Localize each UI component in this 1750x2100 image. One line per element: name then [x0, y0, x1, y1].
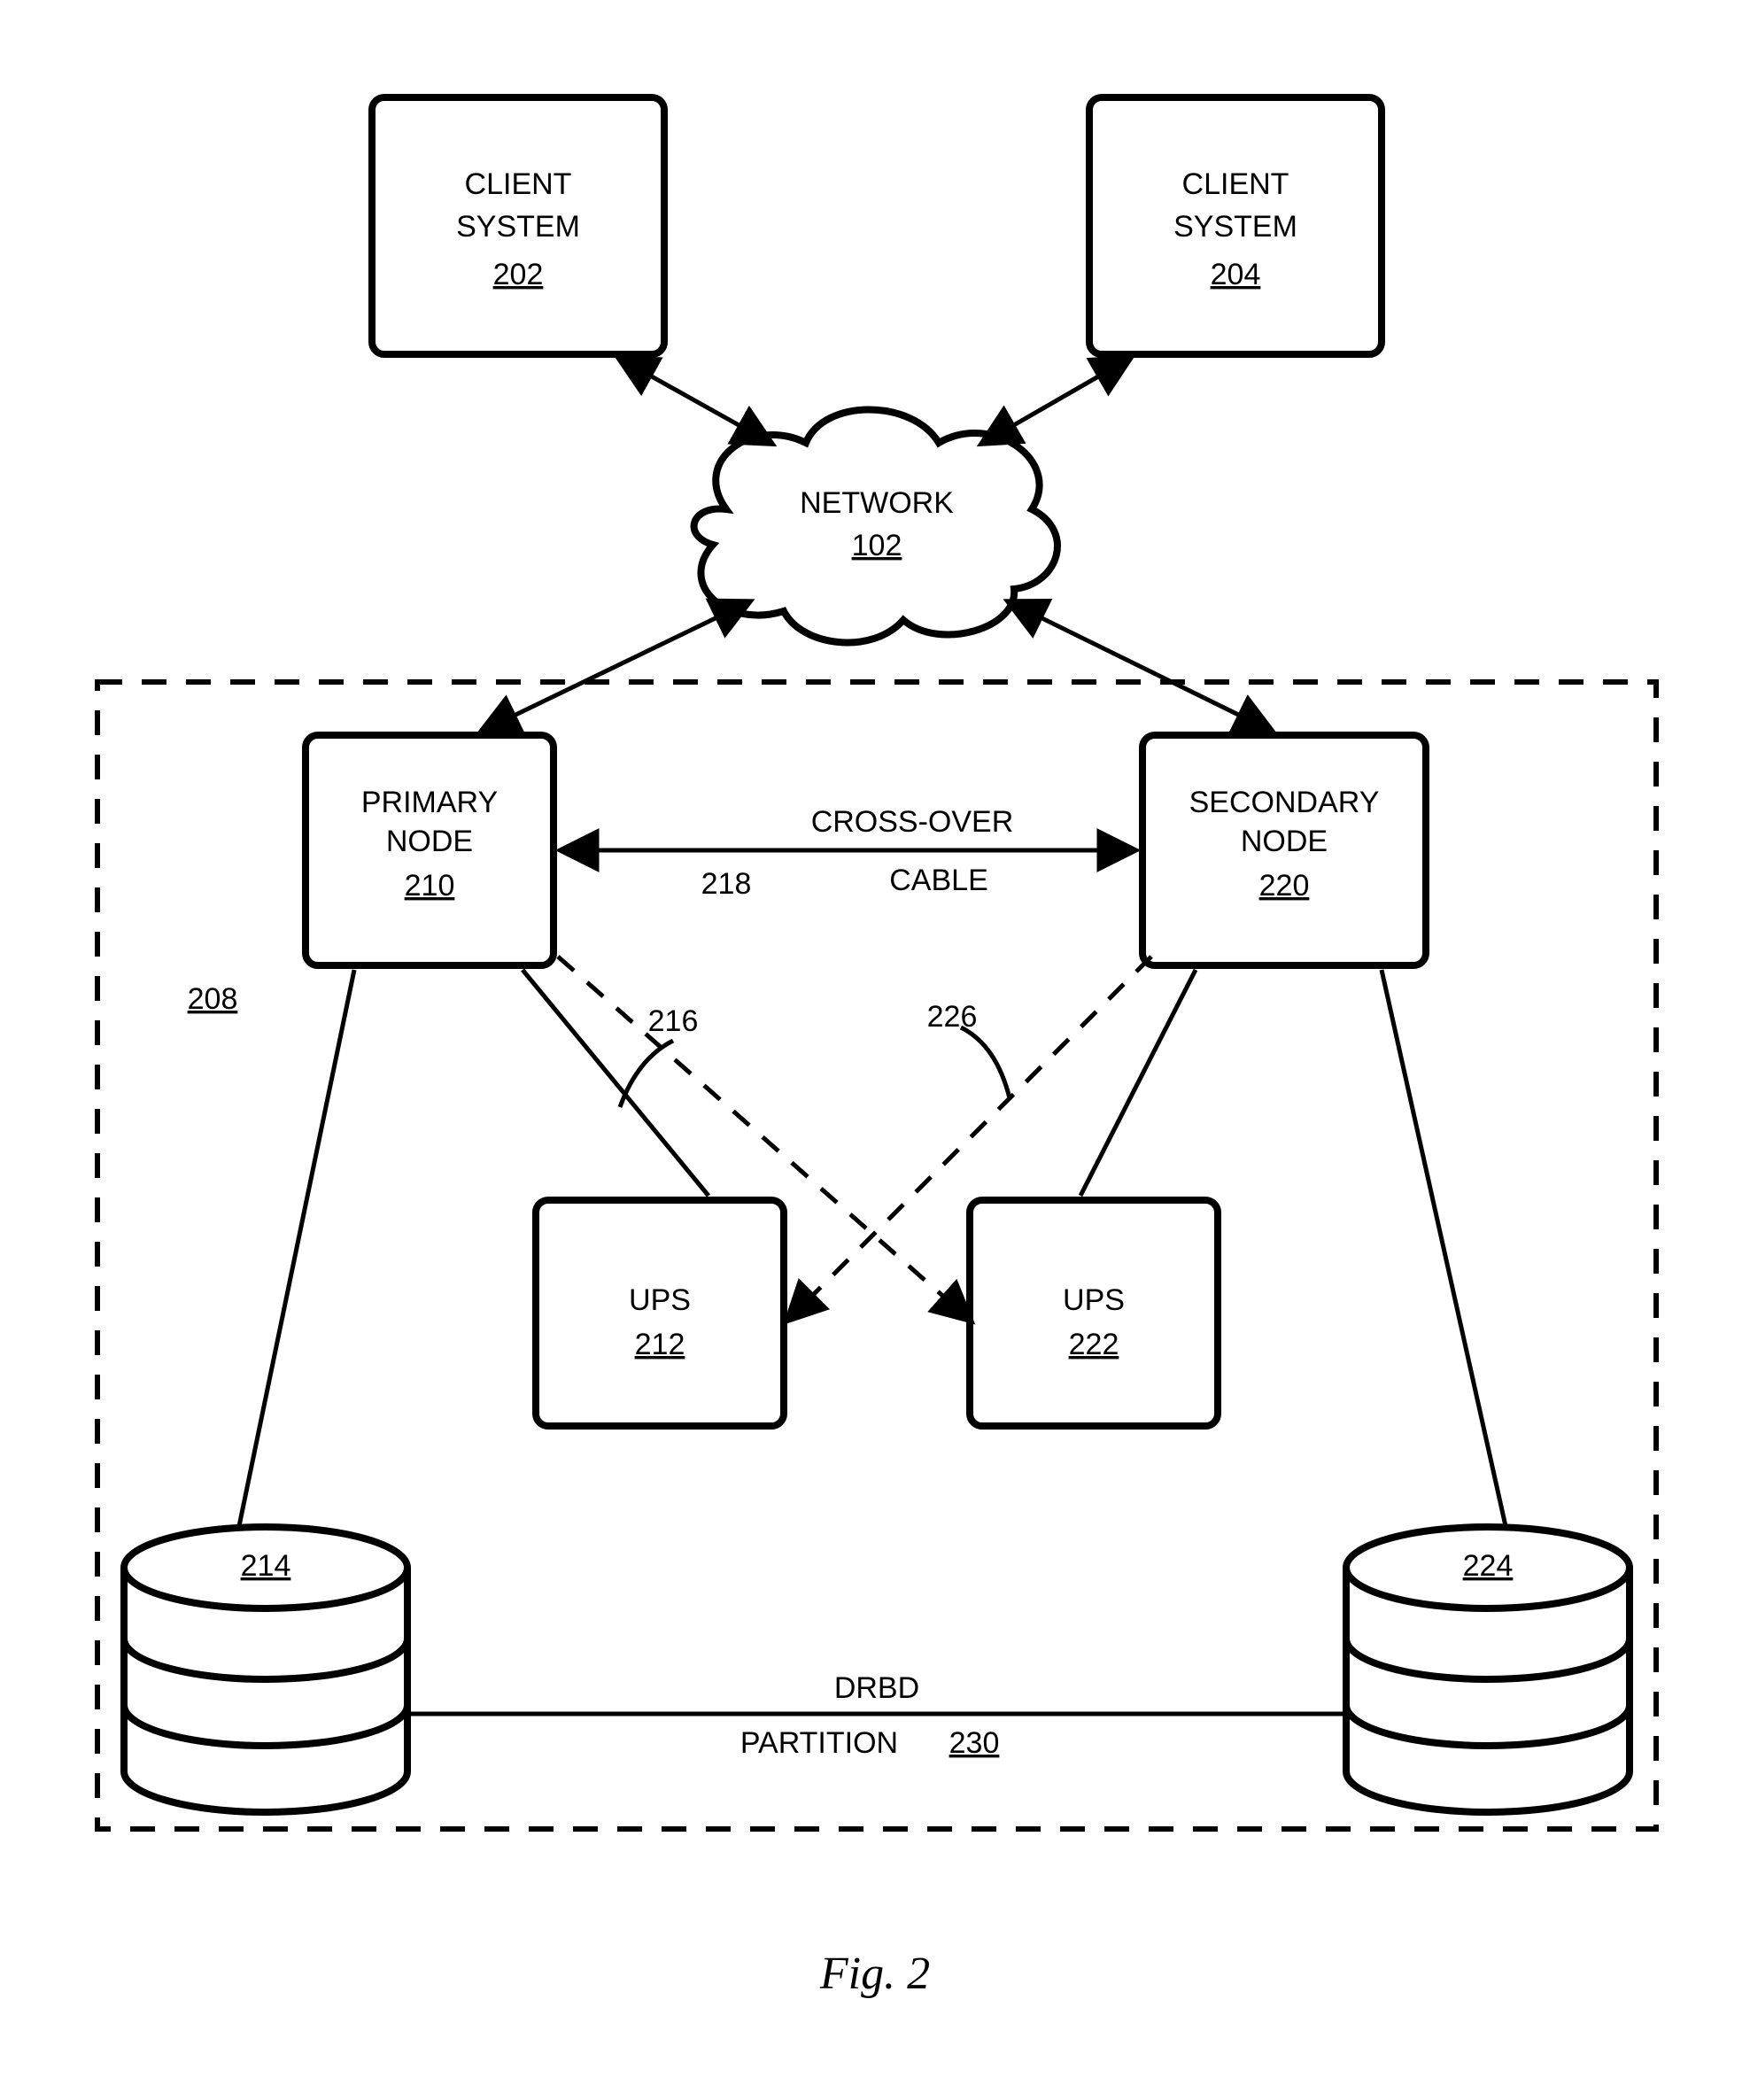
ups2-title: UPS: [1063, 1283, 1125, 1317]
db-right-ref: 224: [1463, 1549, 1514, 1583]
primary-sub: NODE: [386, 825, 473, 858]
client-system-2: CLIENT SYSTEM 204: [1089, 97, 1382, 354]
network-ref: 102: [852, 529, 902, 562]
crossover-line2: CABLE: [889, 864, 988, 897]
primary-title: PRIMARY: [361, 786, 498, 819]
secondary-ref: 220: [1259, 869, 1310, 903]
edge-secondary-db: [1382, 970, 1506, 1526]
secondary-node: SECONDARY NODE 220: [1142, 735, 1426, 965]
client1-sub: SYSTEM: [456, 210, 580, 244]
primary-node: PRIMARY NODE 210: [306, 735, 554, 965]
client-system-1: CLIENT SYSTEM 202: [372, 97, 664, 354]
secondary-title: SECONDARY: [1189, 786, 1380, 819]
edge-network-secondary: [1010, 602, 1271, 731]
crossover-ref: 218: [701, 867, 752, 901]
drbd-ref: 230: [949, 1726, 1000, 1760]
ups-2: UPS 222: [970, 1200, 1218, 1426]
client1-title: CLIENT: [465, 167, 572, 201]
leader-226: [961, 1027, 1010, 1098]
ups1-title: UPS: [629, 1283, 691, 1317]
network-cloud: NETWORK 102: [694, 410, 1057, 643]
edge-226-label: 226: [927, 1000, 978, 1034]
edge-secondary-ups2: [1080, 970, 1196, 1196]
crossover-line1: CROSS-OVER: [811, 805, 1014, 839]
drbd-line1: DRBD: [834, 1671, 919, 1705]
edge-client2-network: [983, 359, 1129, 443]
primary-ref: 210: [405, 869, 455, 903]
edge-primary-db: [239, 970, 354, 1526]
ups-1: UPS 212: [536, 1200, 784, 1426]
client2-ref: 204: [1211, 258, 1261, 291]
client1-ref: 202: [493, 258, 544, 291]
secondary-sub: NODE: [1241, 825, 1328, 858]
ups2-ref: 222: [1069, 1328, 1119, 1361]
database-right: 224: [1346, 1527, 1630, 1812]
database-left: 214: [124, 1527, 407, 1812]
ups1-ref: 212: [635, 1328, 685, 1361]
figure-caption: Fig. 2: [819, 1949, 930, 1999]
client2-title: CLIENT: [1182, 167, 1289, 201]
db-left-ref: 214: [241, 1549, 291, 1583]
client2-sub: SYSTEM: [1173, 210, 1297, 244]
edge-primary-ups2-dashed: [558, 957, 970, 1320]
edge-client1-network: [620, 359, 770, 443]
edge-network-primary: [483, 602, 748, 731]
cluster-ref: 208: [188, 982, 238, 1016]
diagram-canvas: CLIENT SYSTEM 202 CLIENT SYSTEM 204 NETW…: [0, 0, 1750, 2100]
drbd-line2: PARTITION: [740, 1726, 898, 1760]
network-title: NETWORK: [800, 486, 954, 520]
edge-216-label: 216: [648, 1004, 699, 1038]
